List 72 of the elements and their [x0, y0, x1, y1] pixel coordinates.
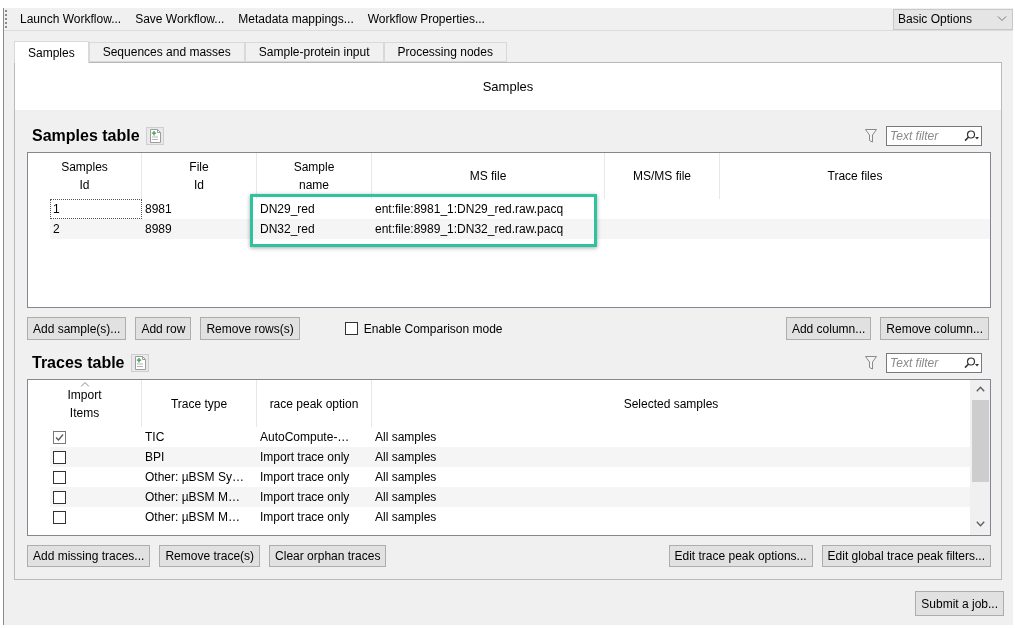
column-header[interactable]: Trace type [170, 394, 228, 413]
column-header[interactable]: Trace files [827, 167, 883, 185]
action-button[interactable]: Add row [135, 317, 192, 340]
checkbox[interactable] [53, 490, 66, 504]
toolbar-button[interactable]: Save Workflow... [128, 8, 232, 30]
table-cell-text: ent:file:8981_1:DN29_red.raw.pacq [374, 201, 565, 218]
action-button[interactable]: Clear orphan traces [269, 545, 387, 567]
section-title: Samples table [32, 128, 140, 144]
table-cell-text: Import trace only [259, 489, 351, 506]
table-cell-text: Import trace only [259, 449, 351, 466]
checkbox[interactable] [53, 510, 66, 524]
table-cell-text: All samples [374, 489, 438, 506]
action-button[interactable]: Edit trace peak options... [668, 545, 813, 567]
table-cell-text: Import trace only [259, 509, 351, 526]
mode-dropdown[interactable]: Basic Options [893, 8, 1013, 30]
toolbar-button[interactable]: Launch Workflow... [13, 8, 129, 30]
table-cell-text: All samples [374, 449, 438, 466]
scroll-up-icon[interactable] [975, 386, 985, 392]
tab[interactable]: Samples [14, 41, 89, 63]
tab[interactable]: Sequences and masses [88, 42, 245, 62]
action-button[interactable]: Remove column... [880, 317, 989, 340]
column-header[interactable]: MS/MS file [633, 167, 691, 185]
table-cell-text: BPI [144, 449, 166, 466]
table-cell-text: 2 [52, 221, 61, 238]
table-cell-text: All samples [374, 429, 438, 446]
checkbox-label: Enable Comparison mode [363, 320, 503, 338]
table-cell-text: Import trace only [259, 469, 351, 486]
table-cell-text: All samples [374, 509, 438, 526]
filter-icon[interactable] [865, 356, 877, 370]
section-title: Traces table [32, 355, 125, 371]
column-header[interactable]: race peak option [269, 394, 359, 413]
filter-field[interactable]: Text filter [886, 126, 982, 146]
checkbox[interactable] [53, 430, 66, 444]
action-button[interactable]: Remove rows(s) [200, 317, 300, 340]
column-header[interactable]: MS file [469, 167, 507, 185]
action-button[interactable]: Add column... [785, 317, 872, 340]
document-icon[interactable] [130, 354, 149, 372]
toolbar-button[interactable]: Workflow Properties... [360, 8, 492, 30]
table-cell-text: ent:file:8989_1:DN32_red.raw.pacq [374, 221, 565, 238]
column-header[interactable]: File Id [189, 158, 209, 194]
table-cell-text: AutoCompute-… [259, 429, 351, 446]
table-cell-text: 8989 [144, 221, 173, 238]
panel-title: Samples [482, 77, 534, 96]
action-button[interactable]: Submit a job... [915, 591, 1004, 616]
toolbar-button[interactable]: Metadata mappings... [231, 8, 361, 30]
column-header[interactable]: Samples Id [61, 158, 108, 194]
chevron-down-icon [997, 16, 1007, 22]
table-cell-text: Other: µBSM M… [144, 489, 241, 506]
filter-icon[interactable] [865, 129, 877, 143]
document-icon[interactable] [145, 127, 164, 145]
checkbox[interactable] [53, 450, 66, 464]
checkbox[interactable] [53, 470, 66, 484]
scroll-down-icon[interactable] [975, 521, 985, 527]
action-button[interactable]: Add missing traces... [27, 545, 151, 567]
tab[interactable]: Sample-protein input [244, 42, 384, 62]
table-cell-text: Other: µBSM Sy… [144, 469, 245, 486]
table-cell-text: DN32_red [259, 221, 316, 238]
action-button[interactable]: Remove trace(s) [159, 545, 261, 567]
table-cell-text: Other: µBSM M… [144, 509, 241, 526]
table-cell-text: All samples [374, 469, 438, 486]
checkbox[interactable] [344, 322, 358, 335]
action-button[interactable]: Edit global trace peak filters... [821, 545, 991, 567]
column-header[interactable]: Sample name [293, 158, 335, 194]
scroll-thumb[interactable] [971, 400, 989, 482]
action-button[interactable]: Add sample(s)... [27, 317, 127, 340]
table-cell-text: DN29_red [259, 201, 316, 218]
column-header[interactable]: Selected samples [623, 394, 719, 413]
filter-field[interactable]: Text filter [886, 353, 982, 373]
tab[interactable]: Processing nodes [383, 42, 507, 62]
table-cell-text: TIC [144, 429, 166, 446]
column-header[interactable]: Import Items [67, 385, 102, 422]
table-cell-text: 8981 [144, 201, 173, 218]
